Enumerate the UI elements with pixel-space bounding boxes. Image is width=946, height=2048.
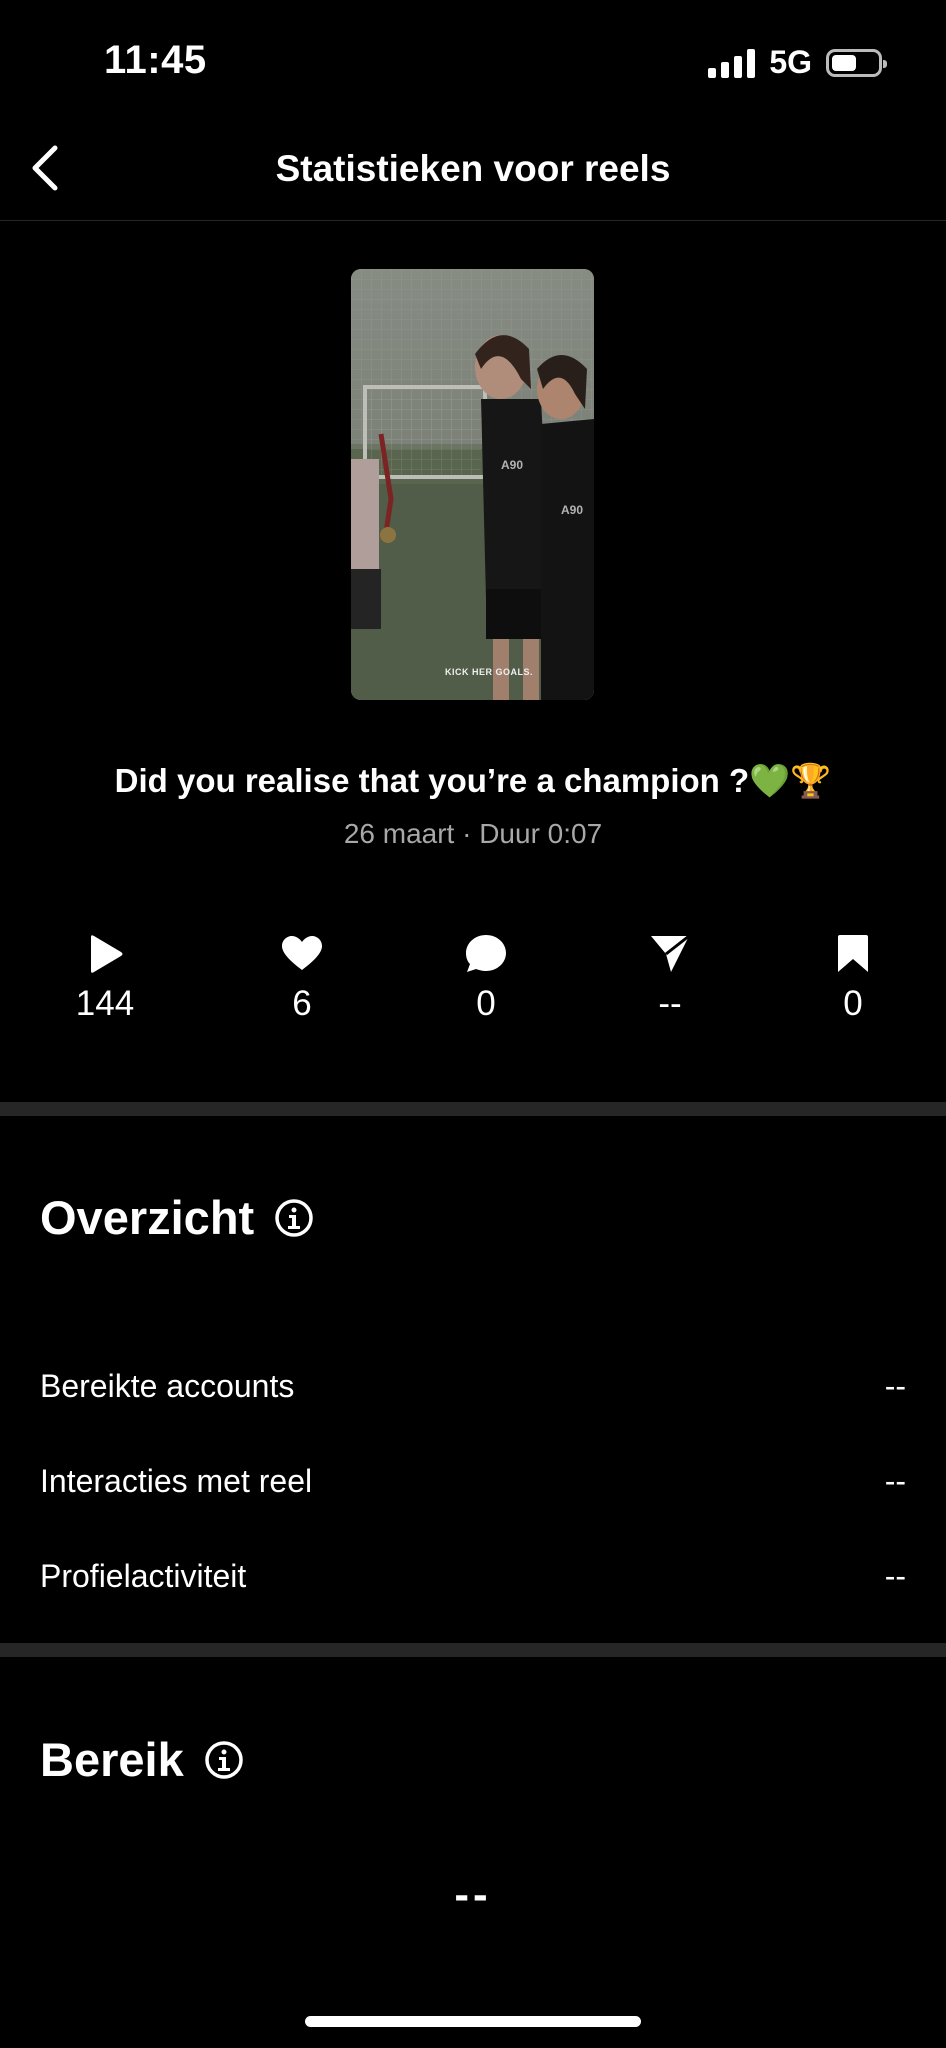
reach-title: Bereik	[40, 1733, 184, 1786]
overview-row-accounts-reached[interactable]: Bereikte accounts --	[40, 1356, 906, 1416]
comment-icon	[466, 935, 506, 972]
saves-count: 0	[843, 984, 863, 1023]
reel-caption: Did you realise that you’re a champion ?…	[114, 762, 832, 799]
overview-section-title: Overzicht	[40, 1190, 314, 1245]
row-value: --	[884, 1462, 906, 1499]
heart-icon	[282, 936, 322, 970]
overview-title: Overzicht	[40, 1191, 255, 1244]
network-type: 5G	[769, 44, 812, 80]
overview-row-interactions[interactable]: Interacties met reel --	[40, 1451, 906, 1511]
bookmark-icon	[838, 935, 868, 972]
row-value: --	[884, 1367, 906, 1404]
engagement-stats: 144 6 0 -- 0	[0, 930, 946, 1030]
nav-header: Statistieken voor reels	[0, 120, 946, 221]
share-icon	[651, 934, 690, 972]
stat-saves: 0	[783, 930, 923, 1024]
battery-icon	[826, 48, 887, 77]
status-indicators: 5G	[708, 44, 887, 81]
section-divider	[0, 1102, 946, 1116]
play-icon	[91, 935, 123, 973]
overview-row-profile-activity[interactable]: Profielactiviteit --	[40, 1546, 906, 1606]
status-bar: 11:45 5G	[0, 0, 946, 120]
row-label: Bereikte accounts	[40, 1367, 295, 1404]
status-time: 11:45	[104, 38, 207, 82]
section-divider	[0, 1643, 946, 1657]
home-indicator[interactable]	[305, 2016, 641, 2027]
info-icon[interactable]	[274, 1198, 314, 1238]
plays-count: 144	[75, 984, 135, 1023]
row-label: Interacties met reel	[40, 1462, 313, 1499]
shares-count: --	[658, 984, 682, 1023]
row-label: Profielactiviteit	[40, 1557, 247, 1594]
stat-plays: 144	[35, 930, 175, 1024]
reel-thumbnail[interactable]: A90 A90 KICK HER GOALS.	[351, 269, 594, 700]
comments-count: 0	[476, 984, 496, 1023]
reach-section-title: Bereik	[40, 1732, 244, 1787]
reach-value: --	[454, 1870, 492, 1919]
page-title: Statistieken voor reels	[275, 148, 671, 189]
signal-icon	[708, 48, 756, 78]
row-value: --	[884, 1557, 906, 1594]
reel-thumbnail-image: A90 A90	[351, 269, 594, 700]
info-icon[interactable]	[204, 1740, 244, 1780]
stat-shares: --	[600, 930, 740, 1024]
stat-likes: 6	[232, 930, 372, 1024]
thumbnail-caption: KICK HER GOALS.	[445, 667, 534, 677]
stat-comments: 0	[416, 930, 556, 1024]
likes-count: 6	[292, 984, 312, 1023]
reel-meta: 26 maart · Duur 0:07	[343, 818, 603, 849]
